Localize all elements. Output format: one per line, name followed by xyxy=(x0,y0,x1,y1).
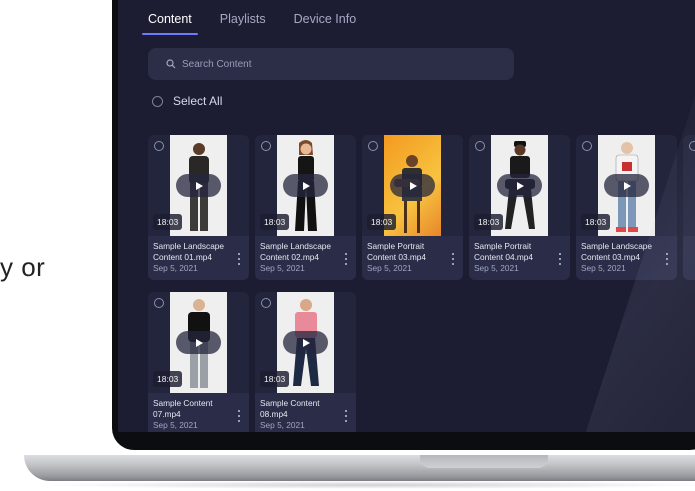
play-icon xyxy=(196,181,203,190)
laptop-base xyxy=(24,455,695,481)
more-options-icon[interactable] xyxy=(236,410,242,422)
laptop-base-notch xyxy=(420,455,548,468)
card-meta: Sample Content 07.mp4 Sep 5, 2021 xyxy=(153,398,231,431)
more-options-icon[interactable] xyxy=(343,410,349,422)
play-icon xyxy=(303,338,310,347)
card-meta: Sample Portrait Content 04.mp4 Sep 5, 20… xyxy=(474,241,552,274)
card-select-radio[interactable] xyxy=(154,141,164,151)
content-card[interactable]: 18:03 Sample Landscape Content 02.mp4 Se… xyxy=(255,135,356,280)
card-date: Sep 5, 2021 xyxy=(260,263,305,273)
card-meta: Sample Landscape Content 02.mp4 Sep 5, 2… xyxy=(260,241,338,274)
play-button[interactable] xyxy=(176,174,221,197)
content-card[interactable]: 18:03 Sample Portrait Content 04.mp4 Sep… xyxy=(469,135,570,280)
card-select-radio[interactable] xyxy=(689,141,695,151)
play-icon xyxy=(196,338,203,347)
play-button[interactable] xyxy=(176,331,221,354)
play-icon xyxy=(303,181,310,190)
card-title-line2: Content 01.mp4 xyxy=(153,252,213,262)
card-select-radio[interactable] xyxy=(154,298,164,308)
video-thumbnail[interactable]: 18:03 xyxy=(576,135,677,236)
tab-device-info[interactable]: Device Info xyxy=(294,12,357,35)
card-title-line2: Content 03.mp4 xyxy=(367,252,427,262)
search-input[interactable] xyxy=(182,58,482,70)
search-icon xyxy=(166,59,176,69)
video-thumbnail[interactable]: 18:03 xyxy=(255,292,356,393)
card-date: Sep 5, 2021 xyxy=(474,263,519,273)
content-card[interactable]: 18:03 Sample Content 07.mp4 Sep 5, 2021 xyxy=(148,292,249,432)
duration-badge: 18:03 xyxy=(260,371,290,387)
duration-badge: 18:03 xyxy=(581,214,611,230)
card-title-line2: Content 04.mp4 xyxy=(474,252,534,262)
content-card[interactable]: 18:03 Sample Content 08.mp4 Sep 5, 2021 xyxy=(255,292,356,432)
card-select-radio[interactable] xyxy=(261,141,271,151)
video-thumbnail[interactable] xyxy=(683,135,695,236)
play-button[interactable] xyxy=(283,174,328,197)
more-options-icon[interactable] xyxy=(236,253,242,265)
content-card-partial[interactable] xyxy=(683,135,695,280)
search-bar[interactable] xyxy=(148,48,514,80)
card-select-radio[interactable] xyxy=(261,298,271,308)
card-meta: Sample Landscape Content 01.mp4 Sep 5, 2… xyxy=(153,241,231,274)
card-title-line2: 07.mp4 xyxy=(153,409,181,419)
video-thumbnail[interactable]: 18:03 xyxy=(469,135,570,236)
card-title-line1: Sample Landscape xyxy=(153,241,225,251)
select-all-control[interactable]: Select All xyxy=(152,94,222,108)
video-thumbnail[interactable]: 18:03 xyxy=(255,135,356,236)
play-icon xyxy=(624,181,631,190)
card-title-line2: Content 02.mp4 xyxy=(260,252,320,262)
card-date: Sep 5, 2021 xyxy=(367,263,412,273)
card-date: Sep 5, 2021 xyxy=(153,420,198,430)
card-select-radio[interactable] xyxy=(475,141,485,151)
play-button[interactable] xyxy=(283,331,328,354)
more-options-icon[interactable] xyxy=(664,253,670,265)
card-title-line1: Sample Content xyxy=(260,398,320,408)
play-button[interactable] xyxy=(390,174,435,197)
side-caption-text: y or xyxy=(0,252,46,282)
card-title-line1: Sample Landscape xyxy=(260,241,332,251)
duration-badge: 18:03 xyxy=(474,214,504,230)
card-title-line1: Sample Portrait xyxy=(474,241,532,251)
more-options-icon[interactable] xyxy=(557,253,563,265)
card-title-line2: Content 03.mp4 xyxy=(581,252,641,262)
video-thumbnail[interactable]: 18:03 xyxy=(148,135,249,236)
card-title-line1: Sample Landscape xyxy=(581,241,653,251)
video-thumbnail[interactable]: 18:03 xyxy=(362,135,463,236)
laptop-shadow xyxy=(30,481,695,489)
card-date: Sep 5, 2021 xyxy=(153,263,198,273)
play-button[interactable] xyxy=(497,174,542,197)
card-meta: Sample Content 08.mp4 Sep 5, 2021 xyxy=(260,398,338,431)
card-select-radio[interactable] xyxy=(582,141,592,151)
play-icon xyxy=(517,181,524,190)
content-card[interactable]: 18:03 Sample Landscape Content 03.mp4 Se… xyxy=(576,135,677,280)
duration-badge: 18:03 xyxy=(367,214,397,230)
content-card[interactable]: 18:03 Sample Landscape Content 01.mp4 Se… xyxy=(148,135,249,280)
tab-bar: Content Playlists Device Info xyxy=(142,12,357,35)
play-icon xyxy=(410,181,417,190)
duration-badge: 18:03 xyxy=(153,371,183,387)
card-meta: Sample Landscape Content 03.mp4 Sep 5, 2… xyxy=(581,241,659,274)
card-date: Sep 5, 2021 xyxy=(260,420,305,430)
select-all-label: Select All xyxy=(173,94,223,108)
more-options-icon[interactable] xyxy=(450,253,456,265)
tab-content[interactable]: Content xyxy=(142,12,198,35)
more-options-icon[interactable] xyxy=(343,253,349,265)
app-screen: Content Playlists Device Info Select All xyxy=(118,0,695,432)
duration-badge: 18:03 xyxy=(153,214,183,230)
card-select-radio[interactable] xyxy=(368,141,378,151)
content-card[interactable]: 18:03 Sample Portrait Content 03.mp4 Sep… xyxy=(362,135,463,280)
card-meta: Sample Portrait Content 03.mp4 Sep 5, 20… xyxy=(367,241,445,274)
card-date: Sep 5, 2021 xyxy=(581,263,626,273)
video-thumbnail[interactable]: 18:03 xyxy=(148,292,249,393)
select-all-radio[interactable] xyxy=(152,95,163,107)
card-title-line1: Sample Portrait xyxy=(367,241,425,251)
duration-badge: 18:03 xyxy=(260,214,290,230)
card-title-line2: 08.mp4 xyxy=(260,409,288,419)
play-button[interactable] xyxy=(604,174,649,197)
card-title-line1: Sample Content xyxy=(153,398,213,408)
tab-playlists[interactable]: Playlists xyxy=(220,12,266,35)
